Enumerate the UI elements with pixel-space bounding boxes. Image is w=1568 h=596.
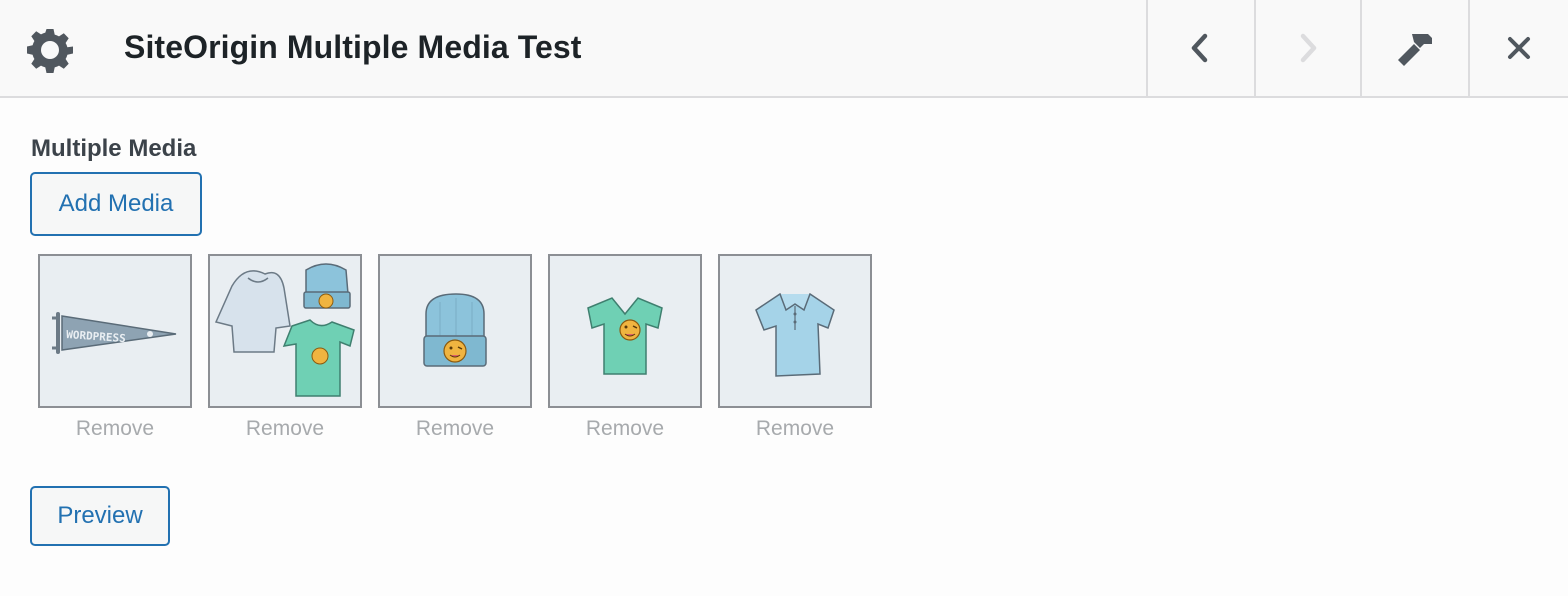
media-item: Remove	[378, 254, 532, 444]
media-item: Remove	[718, 254, 872, 444]
hammer-icon	[1398, 34, 1432, 66]
close-button[interactable]	[1468, 0, 1568, 96]
add-media-button[interactable]: Add Media	[30, 172, 202, 236]
apparel-set-image	[214, 263, 355, 397]
remove-link[interactable]: Remove	[548, 414, 702, 444]
media-thumbnail[interactable]	[718, 254, 872, 408]
remove-link[interactable]: Remove	[208, 414, 362, 444]
gear-icon[interactable]	[26, 26, 74, 74]
media-thumbnail[interactable]	[208, 254, 362, 408]
media-item: Remove	[208, 254, 362, 444]
dialog-titlebar: SiteOrigin Multiple Media Test	[0, 0, 1568, 98]
next-button[interactable]	[1254, 0, 1360, 96]
field-label: Multiple Media	[31, 135, 197, 162]
beanie-image	[423, 293, 487, 367]
previous-button[interactable]	[1146, 0, 1252, 96]
dialog-title: SiteOrigin Multiple Media Test	[124, 29, 582, 65]
media-thumbnail[interactable]: WORDPRESS	[38, 254, 192, 408]
close-icon	[1508, 37, 1530, 59]
tshirt-image	[587, 297, 663, 375]
pennant-image: WORDPRESS	[52, 312, 177, 354]
widget-dialog: SiteOrigin Multiple Media Test Multiple …	[0, 0, 1568, 596]
chevron-left-icon	[1191, 33, 1208, 63]
media-item: WORDPRESS Remove	[38, 254, 192, 444]
remove-link[interactable]: Remove	[38, 414, 192, 444]
chevron-right-icon	[1300, 33, 1317, 63]
polo-shirt-image	[755, 293, 835, 377]
remove-link[interactable]: Remove	[718, 414, 872, 444]
media-item: Remove	[548, 254, 702, 444]
media-thumbnail[interactable]	[548, 254, 702, 408]
preview-button[interactable]: Preview	[30, 486, 170, 546]
tools-button[interactable]	[1360, 0, 1466, 96]
dialog-content: Multiple Media Add Media WORDPRESS Remov…	[0, 98, 1568, 596]
remove-link[interactable]: Remove	[378, 414, 532, 444]
media-thumbnail[interactable]	[378, 254, 532, 408]
